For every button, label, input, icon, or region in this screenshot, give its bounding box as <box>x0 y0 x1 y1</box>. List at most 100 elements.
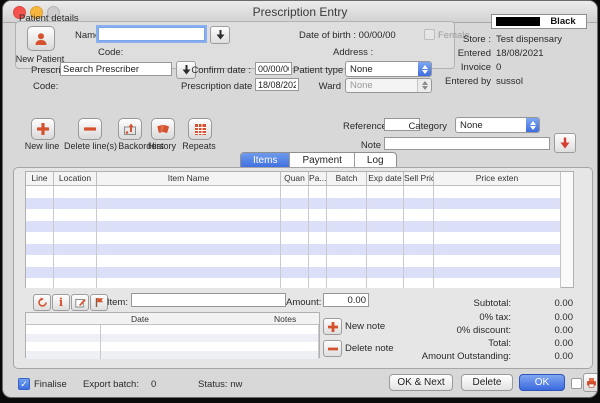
invoice-value: 0 <box>496 62 501 73</box>
column-header-quan[interactable]: Quan <box>281 172 309 185</box>
column-header-pa-[interactable]: Pa... <box>309 172 327 185</box>
print-button[interactable] <box>583 373 597 392</box>
notes-table-header: Date Notes <box>26 313 319 325</box>
confirm-date-input[interactable] <box>255 62 292 75</box>
new-line-button[interactable] <box>31 118 55 140</box>
total-value: 0.00 <box>523 338 573 349</box>
column-header-batch[interactable]: Batch <box>327 172 367 185</box>
note-input[interactable] <box>384 137 550 150</box>
export-batch-value: 0 <box>151 379 156 390</box>
reference-label: Reference <box>343 121 380 132</box>
new-patient-label: New Patient <box>13 54 67 64</box>
entered-by-label: Entered by <box>431 76 491 87</box>
refresh-icon <box>37 297 48 308</box>
delete-button[interactable]: Delete <box>461 374 513 391</box>
items-table-row[interactable] <box>26 278 561 288</box>
items-table-row[interactable] <box>26 232 561 244</box>
entered-value: 18/08/2021 <box>496 48 544 59</box>
new-note-button[interactable] <box>323 318 342 335</box>
subtotal-label: Subtotal: <box>391 298 511 309</box>
history-button[interactable] <box>151 118 175 140</box>
dropdown-stepper-icon <box>526 118 539 132</box>
new-line-label: New line <box>23 141 61 151</box>
discount-label: 0% discount: <box>391 325 511 336</box>
info-icon: i <box>59 297 63 308</box>
finalise-checkbox[interactable] <box>18 378 30 390</box>
items-table-row[interactable] <box>26 198 561 210</box>
column-header-item-name[interactable]: Item Name <box>97 172 281 185</box>
patient-type-value: None <box>346 64 418 75</box>
ward-dropdown[interactable]: None <box>345 78 432 93</box>
color-name: Black <box>540 16 586 27</box>
entered-label: Entered <box>433 48 491 59</box>
repeats-label: Repeats <box>181 141 217 151</box>
prescriber-search-input[interactable] <box>60 62 172 76</box>
down-arrow-icon <box>216 30 225 40</box>
category-value: None <box>456 120 526 131</box>
column-header-exp-date[interactable]: Exp date <box>367 172 404 185</box>
category-label: Category <box>403 121 447 132</box>
cards-icon <box>156 122 170 136</box>
items-table-row[interactable] <box>26 209 561 221</box>
repeats-button[interactable] <box>188 118 212 140</box>
prescriber-code-label: Code: <box>33 81 58 92</box>
total-label: Total: <box>391 338 511 349</box>
dropdown-stepper-icon <box>418 62 431 76</box>
patient-name-input[interactable] <box>98 27 205 41</box>
items-table-row[interactable] <box>26 244 561 256</box>
ok-and-next-button[interactable]: OK & Next <box>389 374 453 391</box>
notes-date-header[interactable]: Date <box>131 314 149 324</box>
items-table-row[interactable] <box>26 221 561 233</box>
items-table-body <box>26 186 561 288</box>
backorder-box-arrow-icon <box>123 122 137 136</box>
print-checkbox[interactable] <box>571 378 582 389</box>
patient-type-label: Patient type <box>293 65 341 76</box>
amount-input[interactable] <box>323 293 369 307</box>
delete-lines-button[interactable] <box>78 118 102 140</box>
notes-table-row[interactable] <box>26 334 319 343</box>
confirm-date-label: Confirm date : <box>191 65 251 76</box>
new-note-label: New note <box>345 321 385 332</box>
plus-icon <box>37 123 49 135</box>
info-button[interactable]: i <box>52 294 70 311</box>
category-dropdown[interactable]: None <box>455 117 540 133</box>
date-of-birth-label: Date of birth : 00/00/00 <box>299 30 396 41</box>
edit-note-button[interactable] <box>71 294 89 311</box>
items-table-row[interactable] <box>26 267 561 279</box>
notes-table-body <box>26 325 319 359</box>
address-label: Address : <box>333 47 373 58</box>
patient-type-dropdown[interactable]: None <box>345 61 432 77</box>
patient-name-search-button[interactable] <box>210 26 230 44</box>
screenshot-root: Prescription Entry Patient details New P… <box>0 0 600 403</box>
red-down-arrow-icon <box>560 137 570 149</box>
amount-outstanding-value: 0.00 <box>523 351 573 362</box>
prescription-date-label: Prescription date <box>181 81 251 92</box>
ward-label: Ward <box>293 81 341 92</box>
backorders-button[interactable] <box>118 118 142 140</box>
column-header-sell-price[interactable]: Sell Price <box>404 172 434 185</box>
printer-icon <box>586 377 597 388</box>
item-input[interactable] <box>131 293 286 307</box>
patient-code-label: Code: <box>98 47 123 58</box>
column-header-price-exten[interactable]: Price exten <box>434 172 561 185</box>
discount-value: 0.00 <box>523 325 573 336</box>
export-batch-label: Export batch: <box>83 379 139 390</box>
delete-note-button[interactable] <box>323 340 342 357</box>
column-header-location[interactable]: Location <box>54 172 97 185</box>
notes-table-row[interactable] <box>26 351 319 360</box>
note-expand-button[interactable] <box>554 133 576 153</box>
items-table-row[interactable] <box>26 186 561 198</box>
notes-notes-header[interactable]: Notes <box>274 314 296 324</box>
delete-note-label: Delete note <box>345 343 394 354</box>
column-header-line[interactable]: Line <box>26 172 54 185</box>
ok-button[interactable]: OK <box>519 374 565 391</box>
items-table-scrollbar[interactable] <box>560 172 573 287</box>
items-table-row[interactable] <box>26 255 561 267</box>
notes-table-row[interactable] <box>26 325 319 334</box>
notes-table-row[interactable] <box>26 342 319 351</box>
new-patient-button[interactable] <box>27 26 55 51</box>
refresh-button[interactable] <box>33 294 51 311</box>
tax-label: 0% tax: <box>391 312 511 323</box>
status-label: Status: nw <box>198 379 242 390</box>
grid-table-icon <box>194 123 207 136</box>
